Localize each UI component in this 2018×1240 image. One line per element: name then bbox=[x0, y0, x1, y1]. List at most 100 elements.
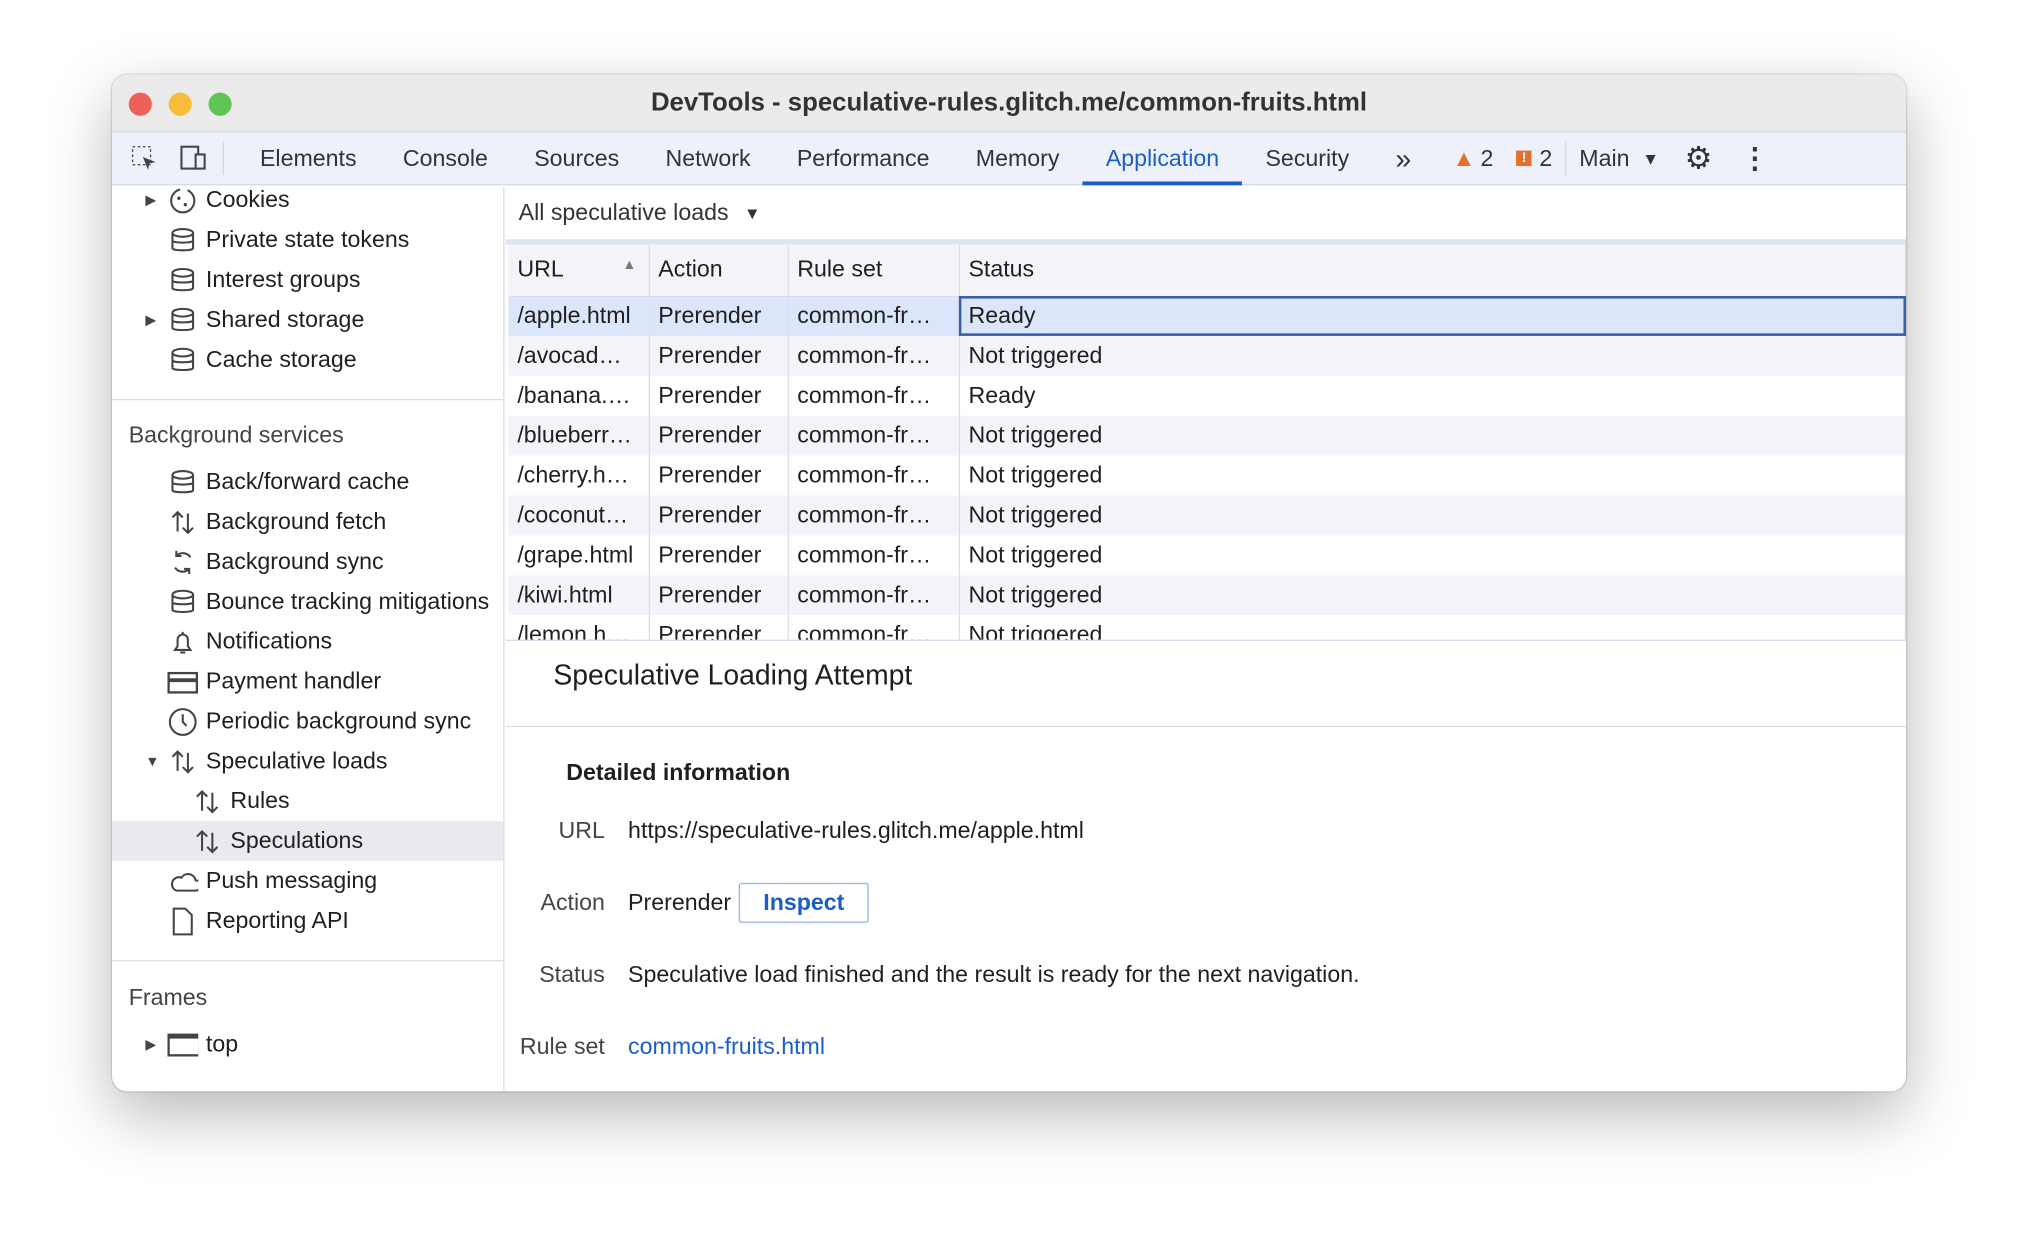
database-icon bbox=[167, 304, 198, 335]
main-panel: All speculative loads ▼ URL ▲ Action Rule … bbox=[505, 187, 1907, 1092]
sidebar-item-bounce-tracking-mitigations[interactable]: Bounce tracking mitigations bbox=[112, 582, 503, 622]
table-row[interactable]: /grape.html Prerender common-fr… Not trigge… bbox=[508, 535, 1907, 576]
status-value: Speculative load finished and the result… bbox=[628, 961, 1360, 988]
url-label: URL bbox=[558, 817, 605, 843]
close-button[interactable] bbox=[128, 92, 152, 116]
divider bbox=[222, 141, 224, 176]
database-icon bbox=[167, 264, 198, 295]
expanded-arrow-icon[interactable]: ▼ bbox=[145, 754, 159, 769]
maximize-button[interactable] bbox=[208, 92, 232, 116]
sidebar-item-interest-groups[interactable]: Interest groups bbox=[112, 260, 503, 300]
action-value: Prerender bbox=[628, 889, 732, 916]
url-cell: /kiwi.html bbox=[508, 575, 650, 616]
rule-set-cell: common-fr… bbox=[787, 535, 960, 576]
collapsed-arrow-icon[interactable]: ▶ bbox=[145, 192, 156, 208]
column-header-status[interactable]: Status bbox=[958, 244, 1907, 297]
sidebar-item-top[interactable]: ▶ top bbox=[112, 1024, 503, 1064]
tab-console[interactable]: Console bbox=[380, 132, 511, 185]
devtools-window: DevTools - speculative-rules.glitch.me/c… bbox=[111, 74, 1907, 1092]
speculation-filter-select[interactable]: All speculative loads ▼ bbox=[505, 187, 1907, 241]
chevron-down-icon: ▼ bbox=[1642, 148, 1659, 168]
issue-icon: ! bbox=[1516, 150, 1532, 167]
tab-security[interactable]: Security bbox=[1242, 132, 1372, 185]
url-cell: /banana.… bbox=[508, 375, 650, 416]
sidebar-item-cookies[interactable]: ▶ Cookies bbox=[112, 187, 503, 220]
status-cell: Not triggered bbox=[958, 535, 1907, 576]
arrows-updown-icon bbox=[167, 746, 198, 777]
column-header-action[interactable]: Action bbox=[648, 244, 789, 297]
tab-application[interactable]: Application bbox=[1082, 132, 1243, 185]
table-row[interactable]: /avocad… Prerender common-fr… Not triggered bbox=[508, 335, 1907, 376]
detail-section-heading: Detailed information bbox=[566, 759, 791, 786]
column-header-rule-set[interactable]: Rule set bbox=[787, 244, 960, 297]
title-bar: DevTools - speculative-rules.glitch.me/c… bbox=[111, 74, 1907, 133]
database-icon bbox=[167, 586, 198, 617]
sidebar-item-periodic-background-sync[interactable]: Periodic background sync bbox=[112, 701, 503, 741]
url-cell: /coconut… bbox=[508, 495, 650, 536]
cookie-icon bbox=[167, 187, 198, 216]
rule-set-cell: common-fr… bbox=[787, 335, 960, 376]
tab-memory[interactable]: Memory bbox=[953, 132, 1083, 185]
tab-network[interactable]: Network bbox=[642, 132, 773, 185]
status-cell: Not triggered bbox=[958, 455, 1907, 496]
rule-set-link[interactable]: common-fruits.html bbox=[628, 1033, 825, 1060]
more-tabs-button[interactable]: » bbox=[1372, 132, 1434, 185]
tab-performance[interactable]: Performance bbox=[774, 132, 953, 185]
sidebar-item-background-sync[interactable]: Background sync bbox=[112, 542, 503, 582]
context-select[interactable]: Main ▼ bbox=[1579, 145, 1659, 172]
sidebar-item-payment-handler[interactable]: Payment handler bbox=[112, 662, 503, 702]
sidebar-item-notifications[interactable]: Notifications bbox=[112, 622, 503, 662]
action-cell: Prerender bbox=[648, 296, 789, 336]
action-cell: Prerender bbox=[648, 455, 789, 496]
table-row[interactable]: /apple.html Prerender common-fr… Ready bbox=[508, 296, 1907, 336]
more-menu-icon[interactable]: ⋮ bbox=[1741, 142, 1769, 175]
collapsed-arrow-icon[interactable]: ▶ bbox=[145, 1036, 156, 1052]
sidebar-item-speculative-loads[interactable]: ▼ Speculative loads bbox=[112, 741, 503, 781]
tab-sources[interactable]: Sources bbox=[511, 132, 642, 185]
sidebar-item-reporting-api[interactable]: Reporting API bbox=[112, 901, 503, 941]
sidebar-item-shared-storage[interactable]: ▶ Shared storage bbox=[112, 300, 503, 340]
tab-elements[interactable]: Elements bbox=[237, 132, 380, 185]
database-icon bbox=[167, 225, 198, 256]
section-header-background-services: Background services bbox=[128, 422, 344, 448]
url-cell: /blueberr… bbox=[508, 415, 650, 456]
inspect-button[interactable]: Inspect bbox=[738, 882, 869, 923]
device-toolbar-icon[interactable] bbox=[176, 142, 209, 175]
url-cell: /grape.html bbox=[508, 535, 650, 576]
sidebar-item-background-fetch[interactable]: Background fetch bbox=[112, 502, 503, 542]
inspect-element-icon[interactable] bbox=[127, 142, 160, 175]
divider bbox=[1565, 141, 1567, 176]
rule-set-cell: common-fr… bbox=[787, 375, 960, 416]
sidebar-item-push-messaging[interactable]: Push messaging bbox=[112, 861, 503, 901]
table-row[interactable]: /kiwi.html Prerender common-fr… Not trigger… bbox=[508, 575, 1907, 616]
clock-icon bbox=[167, 706, 198, 737]
rule-set-label: Rule set bbox=[519, 1033, 605, 1060]
action-cell: Prerender bbox=[648, 375, 789, 416]
gear-icon[interactable]: ⚙ bbox=[1685, 140, 1713, 177]
column-header-url[interactable]: URL ▲ bbox=[508, 244, 650, 297]
sidebar-item-speculations[interactable]: Speculations bbox=[111, 821, 504, 862]
action-cell: Prerender bbox=[648, 495, 789, 536]
sidebar: ▶ Cookies Private state tokens Interest gro… bbox=[111, 186, 505, 1092]
table-row[interactable]: /cherry.h… Prerender common-fr… Not trigger… bbox=[508, 455, 1907, 496]
toolbar: Elements Console Sources Network Performance… bbox=[111, 132, 1907, 186]
table-row[interactable]: /blueberr… Prerender common-fr… Not trigger… bbox=[508, 415, 1907, 456]
url-cell: /cherry.h… bbox=[508, 455, 650, 496]
sidebar-item-cache-storage[interactable]: Cache storage bbox=[112, 340, 503, 380]
sidebar-item-rules[interactable]: Rules bbox=[112, 781, 503, 821]
database-icon bbox=[167, 467, 198, 498]
action-cell: Prerender bbox=[648, 335, 789, 376]
collapsed-arrow-icon[interactable]: ▶ bbox=[145, 311, 156, 328]
url-cell: /avocad… bbox=[508, 335, 650, 376]
window-title: DevTools - speculative-rules.glitch.me/c… bbox=[650, 88, 1368, 118]
sidebar-item-private-state-tokens[interactable]: Private state tokens bbox=[112, 220, 503, 260]
sidebar-item-back-forward-cache[interactable]: Back/forward cache bbox=[112, 462, 503, 502]
warnings-badge[interactable]: ▲ 2 bbox=[1452, 145, 1493, 172]
section-header-frames: Frames bbox=[128, 984, 208, 1011]
divider bbox=[111, 398, 504, 401]
issues-badge[interactable]: ! 2 bbox=[1516, 145, 1552, 172]
table-row[interactable]: /coconut… Prerender common-fr… Not triggere… bbox=[508, 495, 1907, 536]
minimize-button[interactable] bbox=[168, 92, 192, 116]
table-row[interactable]: /banana.… Prerender common-fr… Ready bbox=[508, 375, 1907, 416]
rule-set-cell: common-fr… bbox=[787, 575, 960, 616]
